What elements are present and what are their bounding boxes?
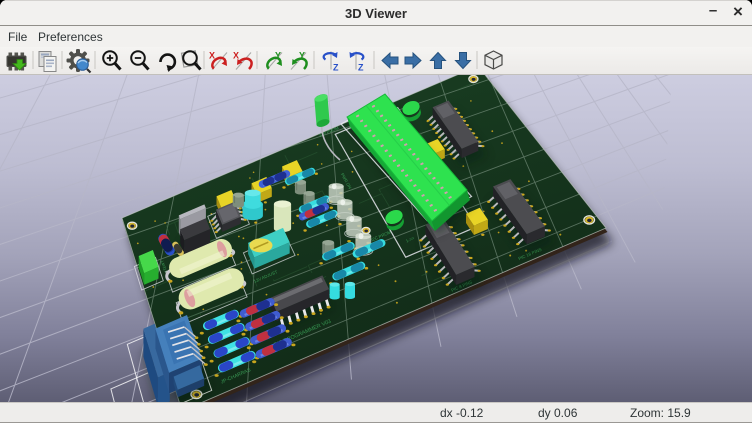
svg-text:Z: Z — [333, 63, 339, 73]
svg-text:X: X — [233, 51, 239, 61]
svg-text:X: X — [209, 51, 215, 61]
svg-text:Z: Z — [358, 63, 364, 73]
